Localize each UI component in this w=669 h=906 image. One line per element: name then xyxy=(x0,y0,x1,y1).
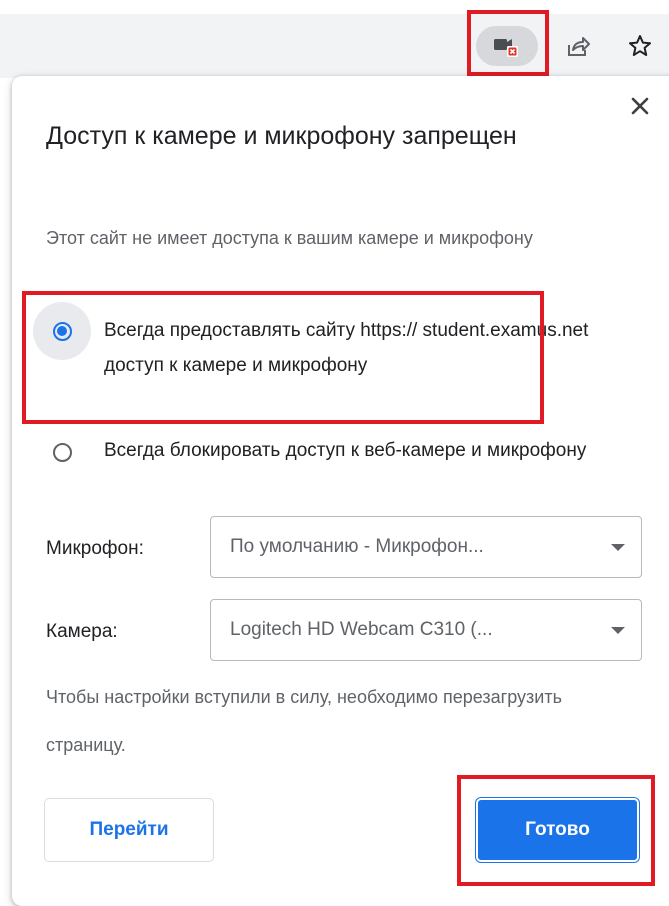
close-icon xyxy=(631,97,649,115)
reload-note: Чтобы настройки вступили в силу, необход… xyxy=(46,687,562,755)
share-icon xyxy=(568,37,590,56)
microphone-label: Микрофон: xyxy=(46,538,144,559)
browser-toolbar xyxy=(0,0,669,78)
highlight-camera-button xyxy=(467,10,549,76)
bookmark-star-button[interactable] xyxy=(618,26,662,66)
camera-select-value: Logitech HD Webcam C310 (... xyxy=(230,619,493,640)
dialog-subtitle: Этот сайт не имеет доступа к вашим камер… xyxy=(46,228,533,248)
share-button[interactable] xyxy=(556,26,600,66)
dialog-title: Доступ к камере и микрофону запрещен xyxy=(46,122,517,150)
highlight-allow-option xyxy=(22,291,544,424)
chevron-down-icon xyxy=(611,627,625,634)
go-button[interactable]: Перейти xyxy=(44,798,214,862)
close-button[interactable] xyxy=(622,88,658,124)
radio-block-label[interactable]: Всегда блокировать доступ к веб-камере и… xyxy=(104,433,604,468)
microphone-select-value: По умолчанию - Микрофон... xyxy=(230,536,484,557)
camera-select[interactable]: Logitech HD Webcam C310 (... xyxy=(210,599,642,661)
camera-label: Камера: xyxy=(46,621,118,642)
microphone-select[interactable]: По умолчанию - Микрофон... xyxy=(210,516,642,578)
radio-circle-unchecked xyxy=(52,442,72,462)
radio-block[interactable] xyxy=(33,423,91,481)
star-icon xyxy=(629,35,651,56)
chevron-down-icon xyxy=(611,544,625,551)
highlight-done-button xyxy=(457,775,655,886)
